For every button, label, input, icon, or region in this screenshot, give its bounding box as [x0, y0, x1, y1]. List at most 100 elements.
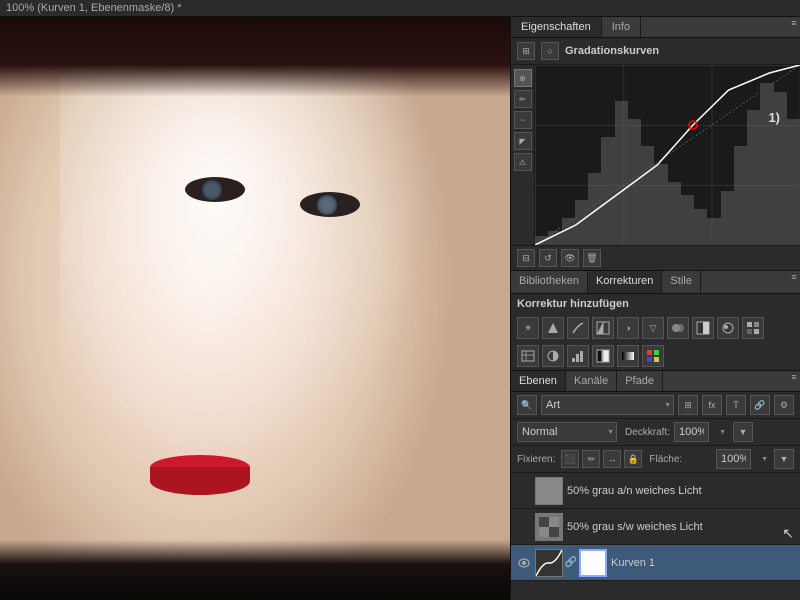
hair — [0, 17, 510, 97]
layer-item-3[interactable]: 🔗 Kurven 1 — [511, 545, 800, 581]
opacity-label: Deckkraft: — [625, 427, 670, 438]
corr-exposure[interactable] — [592, 317, 614, 339]
corr-selective[interactable] — [642, 345, 664, 367]
layer-thumb-2 — [535, 513, 563, 541]
lock-btn-move[interactable]: ↔ — [603, 450, 621, 468]
canvas-area — [0, 17, 510, 600]
curves-graph[interactable]: 1) — [535, 65, 800, 245]
tab-kanaele[interactable]: Kanäle — [566, 371, 617, 391]
face-highlight — [60, 17, 510, 600]
lock-label: Fixieren: — [517, 454, 555, 465]
tab-stile[interactable]: Stile — [662, 271, 700, 293]
filter-icon-grid[interactable]: ⊞ — [678, 395, 698, 415]
corrections-row1: ☀ ◑ ▽ — [511, 314, 800, 342]
layer-name-2: 50% grau s/w weiches Licht — [567, 521, 794, 533]
corr-channelmixer[interactable] — [742, 317, 764, 339]
lock-btn-draw[interactable]: ✏ — [582, 450, 600, 468]
corr-bw[interactable] — [692, 317, 714, 339]
properties-panel: Eigenschaften Info ≡ ⊞ ○ Gradationskurve… — [511, 17, 800, 271]
corrections-row2 — [511, 342, 800, 370]
lock-btn-lock[interactable]: 🔒 — [624, 450, 642, 468]
corr-vibrance[interactable]: ◑ — [617, 317, 639, 339]
corr-levels[interactable] — [542, 317, 564, 339]
curve-svg — [535, 65, 800, 245]
tab-ebenen[interactable]: Ebenen — [511, 371, 566, 391]
layers-panel: Ebenen Kanäle Pfade ≡ 🔍 Art ⊞ — [511, 371, 800, 600]
filter-icon-fx[interactable]: fx — [702, 395, 722, 415]
layers-collapse[interactable]: ≡ — [788, 371, 800, 383]
layer-mask-3 — [579, 549, 607, 577]
corr-posterize[interactable] — [567, 345, 589, 367]
blend-mode-dropdown[interactable]: Normal — [517, 422, 617, 442]
fill-input[interactable] — [716, 449, 751, 469]
layers-tabs: Ebenen Kanäle Pfade ≡ — [511, 371, 800, 392]
lock-row: Fixieren: ⬛ ✏ ↔ 🔒 Fläche: ▼ — [511, 446, 800, 473]
corrections-panel: Bibliotheken Korrekturen Stile ≡ Korrekt… — [511, 271, 800, 371]
corr-brightness[interactable]: ☀ — [517, 317, 539, 339]
corr-hsl[interactable]: ▽ — [642, 317, 664, 339]
properties-tabs: Eigenschaften Info ≡ — [511, 17, 800, 38]
lock-btn-checkerboard[interactable]: ⬛ — [561, 450, 579, 468]
properties-collapse[interactable]: ≡ — [788, 17, 800, 29]
corrections-tabs: Bibliotheken Korrekturen Stile ≡ — [511, 271, 800, 294]
corr-gradient[interactable] — [617, 345, 639, 367]
tab-korrekturen[interactable]: Korrekturen — [588, 271, 662, 293]
curves-btn-eye[interactable]: 👁 — [561, 249, 579, 267]
curves-tools: ⊕ ✏ ~ ◤ ⚠ — [511, 65, 535, 245]
curves-header: ⊞ ○ Gradationskurven — [511, 38, 800, 65]
tab-pfade[interactable]: Pfade — [617, 371, 663, 391]
curves-icon-circle[interactable]: ○ — [541, 42, 559, 60]
layer-item-2[interactable]: 50% grau s/w weiches Licht ↖ — [511, 509, 800, 545]
layer-eye-2[interactable] — [517, 520, 531, 534]
filter-type-dropdown[interactable]: Art — [541, 395, 674, 415]
tool-warning[interactable]: ⚠ — [514, 153, 532, 171]
curves-icon-grid[interactable]: ⊞ — [517, 42, 535, 60]
filter-search-icon[interactable]: 🔍 — [517, 395, 537, 415]
blend-opacity-row: Normal Deckkraft: ▼ — [511, 419, 800, 446]
correction-title: Korrektur hinzufügen — [511, 294, 800, 314]
filter-icon-T[interactable]: T — [726, 395, 746, 415]
opacity-input[interactable] — [674, 422, 709, 442]
tool-draw[interactable]: ✏ — [514, 90, 532, 108]
corr-invert[interactable] — [542, 345, 564, 367]
tool-point[interactable]: ⊕ — [514, 69, 532, 87]
right-panel: Eigenschaften Info ≡ ⊞ ○ Gradationskurve… — [510, 17, 800, 600]
curves-btn-arrow[interactable]: ↺ — [539, 249, 557, 267]
curves-btn-trash[interactable]: 🗑 — [583, 249, 601, 267]
title-text: 100% (Kurven 1, Ebenenmaske/8) * — [6, 2, 182, 14]
corr-curves[interactable] — [567, 317, 589, 339]
layers-filter-row: 🔍 Art ⊞ fx T 🔗 ⚙ — [511, 392, 800, 419]
layer-chain-3: 🔗 — [567, 549, 575, 577]
layer-item-1[interactable]: 50% grau a/n weiches Licht — [511, 473, 800, 509]
fill-arrow[interactable]: ▼ — [774, 449, 794, 469]
corr-colorlookup[interactable] — [517, 345, 539, 367]
tool-corner[interactable]: ◤ — [514, 132, 532, 150]
layer-name-3: Kurven 1 — [611, 557, 794, 569]
eye-right — [295, 187, 365, 222]
filter-icon-link[interactable]: 🔗 — [750, 395, 770, 415]
tool-smooth[interactable]: ~ — [514, 111, 532, 129]
layer-eye-1[interactable] — [517, 484, 531, 498]
layer-thumb-1 — [535, 477, 563, 505]
curves-btn-collapse[interactable]: ⊟ — [517, 249, 535, 267]
layer-eye-3[interactable] — [517, 556, 531, 570]
filter-icon-settings[interactable]: ⚙ — [774, 395, 794, 415]
corrections-collapse[interactable]: ≡ — [788, 271, 800, 283]
tab-bibliotheken[interactable]: Bibliotheken — [511, 271, 588, 293]
corr-photofilter[interactable] — [717, 317, 739, 339]
layer-name-1: 50% grau a/n weiches Licht — [567, 485, 794, 497]
tab-info[interactable]: Info — [602, 17, 641, 37]
main-area: Eigenschaften Info ≡ ⊞ ○ Gradationskurve… — [0, 17, 800, 600]
lips — [140, 445, 260, 500]
curves-title: Gradationskurven — [565, 45, 659, 57]
curves-area: ⊕ ✏ ~ ◤ ⚠ — [511, 65, 800, 245]
clothing — [0, 540, 510, 600]
corr-colorbalance[interactable] — [667, 317, 689, 339]
opacity-arrow[interactable]: ▼ — [733, 422, 753, 442]
layer-thumb-3 — [535, 549, 563, 577]
canvas-image — [0, 17, 510, 600]
corr-threshold[interactable] — [592, 345, 614, 367]
layer-list: 50% grau a/n weiches Licht 50% grau s/w … — [511, 473, 800, 600]
curve-annotation: 1) — [768, 110, 780, 125]
tab-eigenschaften[interactable]: Eigenschaften — [511, 17, 602, 37]
